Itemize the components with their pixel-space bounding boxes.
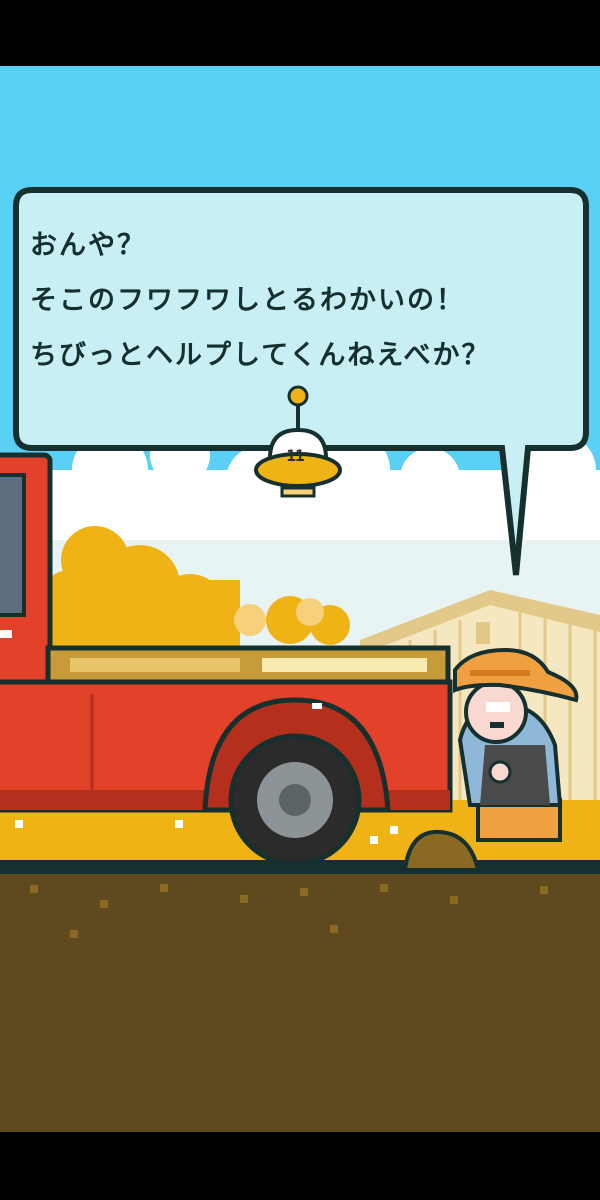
- dirt-ground: [0, 874, 600, 1132]
- dialogue-line-3: ちびっとヘルプしてくんねえべか？: [30, 340, 491, 371]
- letterbox-bottom: [0, 1132, 600, 1200]
- dialogue-line-2: そこのフワフワしとるわかいの！: [30, 285, 465, 316]
- dialogue-text: おんや？ そこのフワフワしとるわかいの！ ちびっとヘルプしてくんねえべか？: [30, 218, 570, 383]
- dialogue-line-1: おんや？: [30, 230, 146, 261]
- letterbox-top: [0, 0, 600, 66]
- ufo-level-label: 11: [286, 446, 304, 465]
